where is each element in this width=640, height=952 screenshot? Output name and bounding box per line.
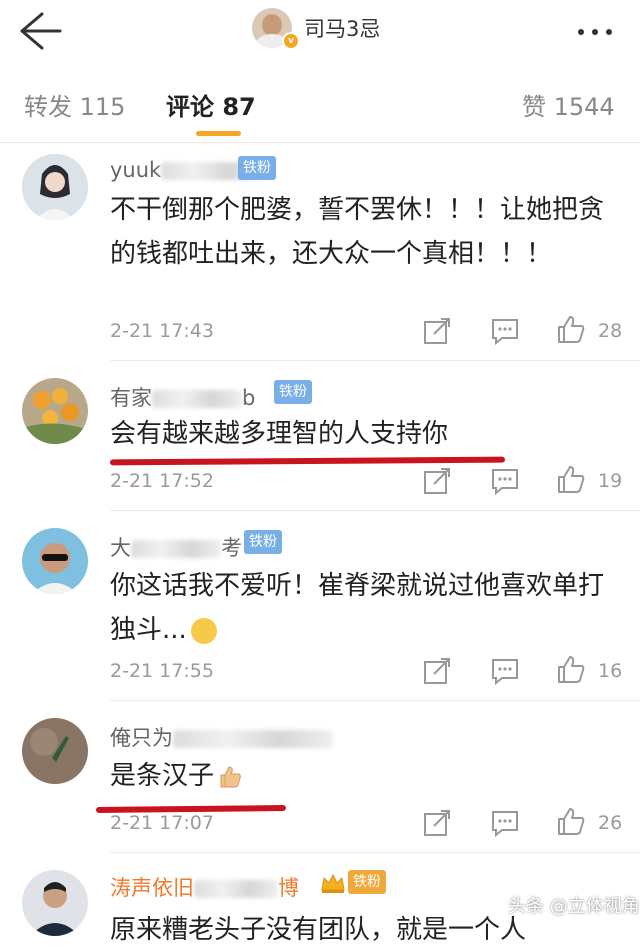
divider bbox=[110, 700, 640, 701]
comment-time: 2-21 17:43 bbox=[110, 320, 214, 342]
highlight-underline bbox=[109, 456, 506, 466]
blurred-name bbox=[131, 540, 221, 558]
commenter-name[interactable]: 大考 bbox=[110, 532, 242, 562]
blurred-name bbox=[194, 880, 278, 898]
comment-time: 2-21 17:55 bbox=[110, 660, 214, 682]
comment-text: 你这话我不爱听！崔脊梁就说过他喜欢单打独斗... bbox=[110, 571, 605, 645]
reply-icon[interactable] bbox=[490, 316, 520, 346]
divider bbox=[110, 510, 640, 511]
like-count: 19 bbox=[598, 470, 623, 492]
reply-icon[interactable] bbox=[490, 466, 520, 496]
page-title: 司马3忌 bbox=[304, 17, 381, 41]
repost-icon[interactable] bbox=[422, 316, 452, 346]
like-count: 26 bbox=[598, 812, 623, 834]
like-count: 16 bbox=[598, 660, 623, 682]
back-arrow-icon[interactable] bbox=[14, 8, 62, 54]
tab-reposts[interactable]: 转发 115 bbox=[24, 87, 125, 122]
commenter-name[interactable]: 有家 b bbox=[110, 382, 255, 412]
commenter-name[interactable]: 涛声依旧博 bbox=[110, 872, 299, 902]
repost-icon[interactable] bbox=[422, 808, 452, 838]
laugh-cry-emoji-icon bbox=[190, 617, 217, 644]
commenter-name[interactable]: 俺只为 bbox=[110, 722, 333, 752]
repost-icon[interactable] bbox=[422, 466, 452, 496]
more-options-icon[interactable] bbox=[578, 20, 626, 35]
commenter-avatar[interactable] bbox=[22, 154, 88, 220]
commenter-avatar[interactable] bbox=[22, 870, 88, 936]
like-thumb-icon[interactable] bbox=[556, 314, 586, 344]
fan-badge: 铁粉 bbox=[348, 870, 386, 894]
like-thumb-icon[interactable] bbox=[556, 464, 586, 494]
fan-badge: 铁粉 bbox=[274, 380, 312, 404]
top-bar: 司马3忌 v bbox=[0, 0, 640, 63]
divider bbox=[110, 360, 640, 361]
fan-badge: 铁粉 bbox=[238, 156, 276, 180]
blurred-name bbox=[173, 730, 333, 748]
title-group[interactable]: 司马3忌 bbox=[252, 6, 380, 50]
comment-text: 不干倒那个肥婆，誓不罢休！！！让她把贪的钱都吐出来，还大众一个真相！！！ bbox=[110, 195, 605, 269]
comment-time: 2-21 17:07 bbox=[110, 812, 214, 834]
watermark: 头条 @立体视角 bbox=[508, 896, 640, 917]
repost-icon[interactable] bbox=[422, 656, 452, 686]
active-tab-indicator bbox=[196, 131, 241, 136]
tab-likes[interactable]: 赞 1544 bbox=[522, 87, 615, 122]
tab-bar: 转发 115 评论 87 赞 1544 bbox=[0, 62, 640, 143]
fan-badge: 铁粉 bbox=[244, 530, 282, 554]
blurred-name bbox=[152, 390, 242, 408]
commenter-avatar[interactable] bbox=[22, 378, 88, 444]
like-thumb-icon[interactable] bbox=[556, 654, 586, 684]
commenter-avatar[interactable] bbox=[22, 528, 88, 594]
divider bbox=[110, 852, 640, 853]
reply-icon[interactable] bbox=[490, 808, 520, 838]
verified-badge-icon: v bbox=[282, 32, 300, 50]
comment-time: 2-21 17:52 bbox=[110, 470, 214, 492]
commenter-avatar[interactable] bbox=[22, 718, 88, 784]
like-count: 28 bbox=[598, 320, 623, 342]
reply-icon[interactable] bbox=[490, 656, 520, 686]
tab-comments[interactable]: 评论 87 bbox=[166, 87, 256, 122]
comment-text: 是条汉子 bbox=[110, 754, 615, 798]
thumbs-up-emoji-icon bbox=[220, 765, 241, 787]
crown-icon bbox=[321, 873, 345, 893]
comment-text: 会有越来越多理智的人支持你 bbox=[110, 419, 449, 449]
like-thumb-icon[interactable] bbox=[556, 806, 586, 836]
